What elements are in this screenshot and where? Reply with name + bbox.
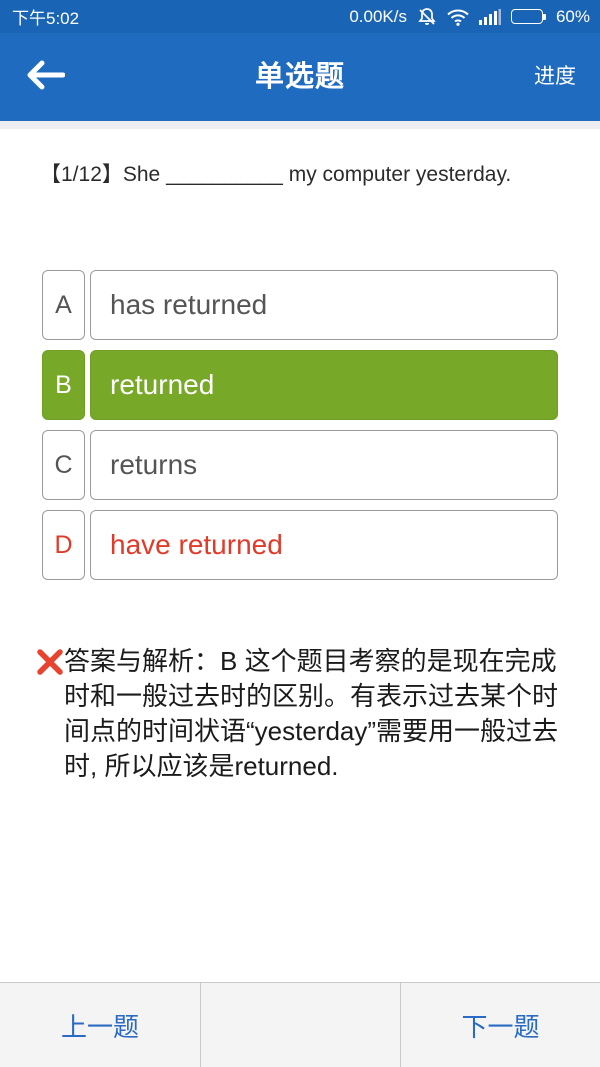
option-text: has returned (90, 270, 558, 340)
bottom-nav: 上一题 下一题 (0, 982, 600, 1067)
title-bar: 单选题 进度 (0, 33, 600, 121)
signal-icon (478, 8, 501, 25)
network-speed: 0.00K/s (349, 6, 407, 26)
option-a[interactable]: A has returned (42, 270, 558, 340)
option-text: returns (90, 430, 558, 500)
question-text: 【1/12】She __________ my computer yesterd… (40, 163, 512, 186)
option-letter: D (42, 510, 85, 580)
status-icons: 0.00K/s 60% (349, 7, 590, 27)
option-letter: A (42, 270, 85, 340)
progress-button[interactable]: 进度 (534, 33, 576, 121)
back-arrow-icon (27, 60, 65, 90)
back-button[interactable] (18, 53, 72, 97)
option-c[interactable]: C returns (42, 430, 558, 500)
next-question-button[interactable]: 下一题 (401, 983, 600, 1067)
battery-icon (510, 9, 546, 24)
explanation-text: 答案与解析：B 这个题目考察的是现在完成时和一般过去时的区别。有表示过去某个时间… (64, 646, 559, 781)
header-divider (0, 121, 600, 129)
option-text: returned (90, 350, 558, 420)
wrong-x-icon (37, 649, 63, 675)
status-time: 下午5:02 (12, 9, 80, 28)
option-letter: C (42, 430, 85, 500)
prev-question-button[interactable]: 上一题 (0, 983, 201, 1067)
mute-icon (417, 7, 437, 27)
options-list: A has returned B returned C returns D ha… (42, 270, 558, 590)
wifi-icon (447, 8, 469, 26)
option-d[interactable]: D have returned (42, 510, 558, 580)
middle-nav-button[interactable] (201, 983, 401, 1067)
option-text: have returned (90, 510, 558, 580)
battery-percent: 60% (555, 6, 590, 26)
option-b[interactable]: B returned (42, 350, 558, 420)
page-title: 单选题 (254, 61, 345, 93)
option-letter: B (42, 350, 85, 420)
status-bar: 下午5:02 0.00K/s 60% (0, 0, 600, 33)
